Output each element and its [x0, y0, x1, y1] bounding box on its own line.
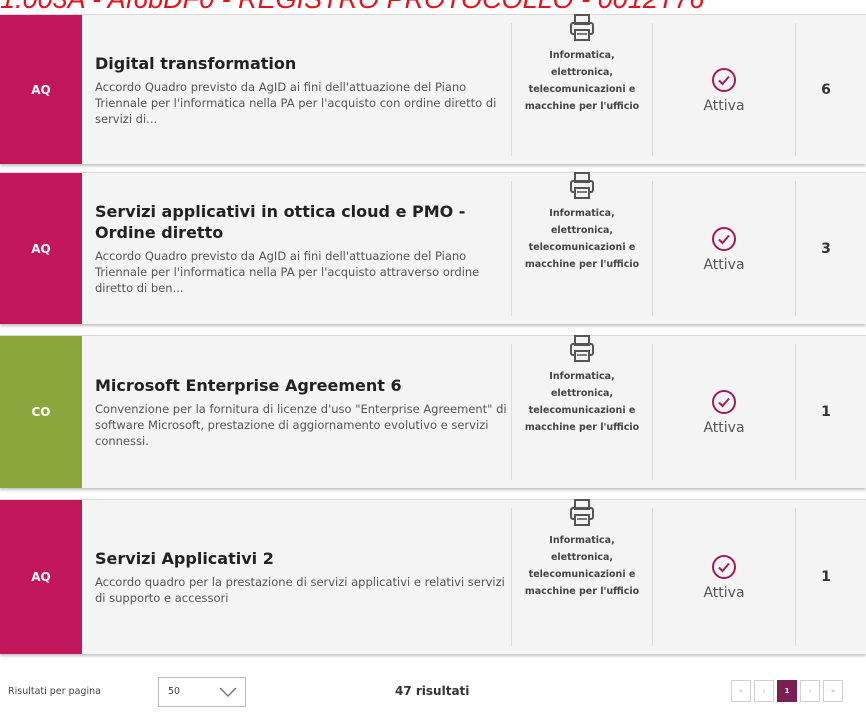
- category-label: Informatica, elettronica, telecomunicazi…: [524, 535, 640, 597]
- check-circle-icon: [712, 555, 736, 579]
- check-circle-icon: [712, 226, 736, 251]
- printer-icon: [570, 335, 594, 362]
- results-count: 47 risultati: [395, 684, 470, 698]
- type-badge: AQ: [0, 173, 82, 324]
- next-page-button[interactable]: ›: [800, 680, 820, 702]
- item-count: 3: [821, 240, 831, 257]
- card-title[interactable]: Microsoft Enterprise Agreement 6: [95, 375, 511, 396]
- category-label: Informatica, elettronica, telecomunicazi…: [524, 371, 640, 433]
- status-cell: Attiva: [653, 500, 795, 654]
- status-cell: Attiva: [653, 336, 795, 488]
- type-badge: AQ: [0, 500, 82, 654]
- card-info: Microsoft Enterprise Agreement 6 Convenz…: [82, 336, 511, 488]
- card-title[interactable]: Digital transformation: [95, 53, 511, 74]
- category-cell: Informatica, elettronica, telecomunicazi…: [512, 14, 652, 164]
- type-badge: AQ: [0, 15, 82, 164]
- chevron-down-icon: [219, 687, 237, 698]
- printer-icon: [570, 499, 594, 526]
- first-page-button[interactable]: «: [731, 680, 751, 702]
- pagination: « ‹ 1 › »: [731, 680, 843, 702]
- status-cell: Attiva: [653, 173, 795, 324]
- status-label: Attiva: [703, 585, 745, 601]
- category-cell: Informatica, elettronica, telecomunicazi…: [512, 172, 652, 324]
- card-info: Digital transformation Accordo Quadro pr…: [82, 15, 511, 164]
- category-label: Informatica, elettronica, telecomunicazi…: [524, 208, 640, 270]
- check-circle-icon: [712, 67, 736, 92]
- status-cell: Attiva: [653, 15, 795, 164]
- item-count: 6: [821, 81, 831, 98]
- results-per-page-value: 50: [168, 686, 181, 697]
- status-label: Attiva: [703, 97, 745, 114]
- last-page-button[interactable]: »: [823, 680, 843, 702]
- status-label: Attiva: [703, 420, 745, 436]
- type-badge: CO: [0, 336, 82, 488]
- item-count: 1: [821, 404, 831, 420]
- catalog-card[interactable]: AQ Servizi applicativi in ottica cloud e…: [0, 172, 866, 324]
- card-description: Accordo Quadro previsto da AgID ai fini …: [95, 79, 497, 126]
- category-cell: Informatica, elettronica, telecomunicazi…: [512, 335, 652, 488]
- catalog-card[interactable]: CO Microsoft Enterprise Agreement 6 Conv…: [0, 335, 866, 488]
- card-info: Servizi Applicativi 2 Accordo quadro per…: [82, 500, 511, 654]
- card-description: Accordo Quadro previsto da AgID ai fini …: [95, 249, 480, 295]
- category-cell: Informatica, elettronica, telecomunicazi…: [512, 499, 652, 654]
- card-title[interactable]: Servizi Applicativi 2: [95, 548, 511, 569]
- catalog-card[interactable]: AQ Digital transformation Accordo Quadro…: [0, 14, 866, 164]
- results-footer: Risultati per pagina 50 47 risultati « ‹…: [0, 672, 866, 715]
- results-per-page-label: Risultati per pagina: [8, 686, 101, 697]
- results-per-page-select[interactable]: 50: [158, 677, 246, 707]
- item-count: 1: [821, 569, 831, 585]
- page-1-button[interactable]: 1: [777, 680, 797, 702]
- page-header-title: 1.003A - Af6bDF0 - REGISTRO PROTOCOLLO -…: [0, 0, 866, 14]
- card-description: Accordo quadro per la prestazione di ser…: [95, 575, 505, 605]
- prev-page-button[interactable]: ‹: [754, 680, 774, 702]
- card-title[interactable]: Servizi applicativi in ottica cloud e PM…: [95, 201, 511, 243]
- status-label: Attiva: [703, 256, 745, 273]
- catalog-card[interactable]: AQ Servizi Applicativi 2 Accordo quadro …: [0, 499, 866, 654]
- printer-icon: [570, 172, 594, 199]
- category-label: Informatica, elettronica, telecomunicazi…: [524, 50, 640, 112]
- printer-icon: [570, 14, 594, 41]
- check-circle-icon: [712, 390, 736, 414]
- card-description: Convenzione per la fornitura di licenze …: [95, 402, 507, 448]
- card-info: Servizi applicativi in ottica cloud e PM…: [82, 173, 511, 324]
